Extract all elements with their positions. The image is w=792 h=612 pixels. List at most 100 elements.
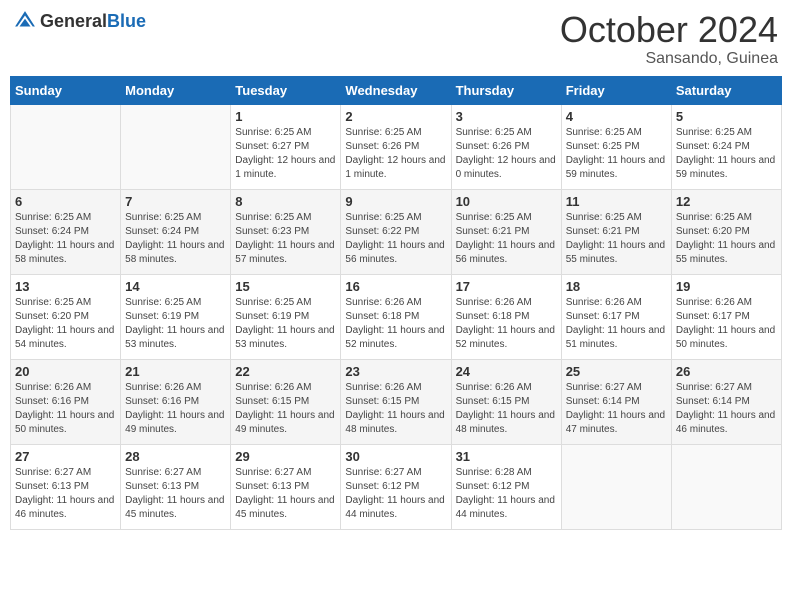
day-number: 29 [235,449,336,464]
day-number: 5 [676,109,777,124]
day-info: Sunrise: 6:26 AMSunset: 6:17 PMDaylight:… [676,296,777,352]
day-number: 24 [456,364,557,379]
calendar-day-cell: 10 Sunrise: 6:25 AMSunset: 6:21 PMDayligh… [451,189,561,274]
day-info: Sunrise: 6:26 AMSunset: 6:15 PMDaylight:… [456,381,557,437]
day-info: Sunrise: 6:25 AMSunset: 6:19 PMDaylight:… [125,296,226,352]
location-title: Sansando, Guinea [560,50,778,68]
calendar-header-row: SundayMondayTuesdayWednesdayThursdayFrid… [11,76,782,104]
day-number: 11 [566,194,667,209]
day-info: Sunrise: 6:26 AMSunset: 6:15 PMDaylight:… [235,381,336,437]
calendar-week-row: 20 Sunrise: 6:26 AMSunset: 6:16 PMDayligh… [11,359,782,444]
day-info: Sunrise: 6:25 AMSunset: 6:23 PMDaylight:… [235,211,336,267]
calendar-day-cell: 29 Sunrise: 6:27 AMSunset: 6:13 PMDayligh… [231,444,341,529]
day-number: 3 [456,109,557,124]
calendar-day-cell: 30 Sunrise: 6:27 AMSunset: 6:12 PMDayligh… [341,444,451,529]
day-number: 17 [456,279,557,294]
calendar-day-cell: 15 Sunrise: 6:25 AMSunset: 6:19 PMDayligh… [231,274,341,359]
calendar-day-cell: 14 Sunrise: 6:25 AMSunset: 6:19 PMDayligh… [121,274,231,359]
day-info: Sunrise: 6:25 AMSunset: 6:26 PMDaylight:… [456,126,557,182]
day-number: 13 [15,279,116,294]
calendar-day-cell: 18 Sunrise: 6:26 AMSunset: 6:17 PMDayligh… [561,274,671,359]
day-info: Sunrise: 6:27 AMSunset: 6:13 PMDaylight:… [235,466,336,522]
weekday-header: Tuesday [231,76,341,104]
day-info: Sunrise: 6:27 AMSunset: 6:13 PMDaylight:… [15,466,116,522]
day-info: Sunrise: 6:25 AMSunset: 6:27 PMDaylight:… [235,126,336,182]
weekday-header: Monday [121,76,231,104]
day-info: Sunrise: 6:25 AMSunset: 6:24 PMDaylight:… [125,211,226,267]
calendar-day-cell: 24 Sunrise: 6:26 AMSunset: 6:15 PMDayligh… [451,359,561,444]
day-number: 26 [676,364,777,379]
calendar-day-cell: 27 Sunrise: 6:27 AMSunset: 6:13 PMDayligh… [11,444,121,529]
weekday-header: Wednesday [341,76,451,104]
day-info: Sunrise: 6:26 AMSunset: 6:16 PMDaylight:… [125,381,226,437]
calendar-day-cell: 31Sunrise: 6:28 AMSunset: 6:12 PMDayligh… [451,444,561,529]
day-number: 16 [345,279,446,294]
calendar-day-cell [121,104,231,189]
day-info: Sunrise: 6:26 AMSunset: 6:17 PMDaylight:… [566,296,667,352]
calendar-day-cell: 17 Sunrise: 6:26 AMSunset: 6:18 PMDayligh… [451,274,561,359]
day-number: 8 [235,194,336,209]
day-number: 12 [676,194,777,209]
day-info: Sunrise: 6:25 AMSunset: 6:26 PMDaylight:… [345,126,446,182]
day-number: 15 [235,279,336,294]
day-number: 25 [566,364,667,379]
calendar-day-cell: 8 Sunrise: 6:25 AMSunset: 6:23 PMDaylight… [231,189,341,274]
calendar-day-cell: 16 Sunrise: 6:26 AMSunset: 6:18 PMDayligh… [341,274,451,359]
calendar-day-cell [561,444,671,529]
day-number: 28 [125,449,226,464]
day-number: 9 [345,194,446,209]
day-number: 14 [125,279,226,294]
day-number: 27 [15,449,116,464]
calendar-day-cell: 19Sunrise: 6:26 AMSunset: 6:17 PMDayligh… [671,274,781,359]
day-number: 18 [566,279,667,294]
day-number: 6 [15,194,116,209]
day-info: Sunrise: 6:25 AMSunset: 6:21 PMDaylight:… [566,211,667,267]
day-number: 23 [345,364,446,379]
day-info: Sunrise: 6:25 AMSunset: 6:25 PMDaylight:… [566,126,667,182]
day-info: Sunrise: 6:26 AMSunset: 6:15 PMDaylight:… [345,381,446,437]
day-info: Sunrise: 6:25 AMSunset: 6:24 PMDaylight:… [15,211,116,267]
day-number: 31 [456,449,557,464]
title-block: October 2024 Sansando, Guinea [560,10,778,68]
day-info: Sunrise: 6:25 AMSunset: 6:21 PMDaylight:… [456,211,557,267]
calendar-day-cell: 3 Sunrise: 6:25 AMSunset: 6:26 PMDaylight… [451,104,561,189]
day-info: Sunrise: 6:25 AMSunset: 6:19 PMDaylight:… [235,296,336,352]
logo-blue-text: Blue [107,11,146,31]
calendar-day-cell: 26Sunrise: 6:27 AMSunset: 6:14 PMDayligh… [671,359,781,444]
day-number: 22 [235,364,336,379]
calendar-day-cell: 11 Sunrise: 6:25 AMSunset: 6:21 PMDayligh… [561,189,671,274]
weekday-header: Saturday [671,76,781,104]
day-info: Sunrise: 6:25 AMSunset: 6:24 PMDaylight:… [676,126,777,182]
calendar-day-cell: 12 Sunrise: 6:25 AMSunset: 6:20 PMDayligh… [671,189,781,274]
calendar-day-cell: 2Sunrise: 6:25 AMSunset: 6:26 PMDaylight… [341,104,451,189]
day-number: 10 [456,194,557,209]
day-number: 21 [125,364,226,379]
calendar-table: SundayMondayTuesdayWednesdayThursdayFrid… [10,76,782,530]
day-number: 7 [125,194,226,209]
calendar-week-row: 6 Sunrise: 6:25 AMSunset: 6:24 PMDaylight… [11,189,782,274]
weekday-header: Sunday [11,76,121,104]
weekday-header: Thursday [451,76,561,104]
calendar-day-cell: 1 Sunrise: 6:25 AMSunset: 6:27 PMDaylight… [231,104,341,189]
calendar-day-cell: 6 Sunrise: 6:25 AMSunset: 6:24 PMDaylight… [11,189,121,274]
day-info: Sunrise: 6:26 AMSunset: 6:18 PMDaylight:… [456,296,557,352]
day-info: Sunrise: 6:27 AMSunset: 6:12 PMDaylight:… [345,466,446,522]
day-info: Sunrise: 6:26 AMSunset: 6:18 PMDaylight:… [345,296,446,352]
day-number: 30 [345,449,446,464]
day-number: 1 [235,109,336,124]
calendar-week-row: 1 Sunrise: 6:25 AMSunset: 6:27 PMDaylight… [11,104,782,189]
day-info: Sunrise: 6:27 AMSunset: 6:13 PMDaylight:… [125,466,226,522]
day-info: Sunrise: 6:25 AMSunset: 6:22 PMDaylight:… [345,211,446,267]
calendar-day-cell: 25Sunrise: 6:27 AMSunset: 6:14 PMDayligh… [561,359,671,444]
day-info: Sunrise: 6:25 AMSunset: 6:20 PMDaylight:… [676,211,777,267]
calendar-day-cell: 21 Sunrise: 6:26 AMSunset: 6:16 PMDayligh… [121,359,231,444]
logo-icon [14,10,36,32]
calendar-day-cell: 7 Sunrise: 6:25 AMSunset: 6:24 PMDaylight… [121,189,231,274]
calendar-day-cell: 9 Sunrise: 6:25 AMSunset: 6:22 PMDaylight… [341,189,451,274]
calendar-day-cell: 4Sunrise: 6:25 AMSunset: 6:25 PMDaylight… [561,104,671,189]
day-number: 20 [15,364,116,379]
calendar-day-cell: 13 Sunrise: 6:25 AMSunset: 6:20 PMDayligh… [11,274,121,359]
day-info: Sunrise: 6:25 AMSunset: 6:20 PMDaylight:… [15,296,116,352]
calendar-day-cell: 20Sunrise: 6:26 AMSunset: 6:16 PMDayligh… [11,359,121,444]
logo-general-text: General [40,11,107,31]
